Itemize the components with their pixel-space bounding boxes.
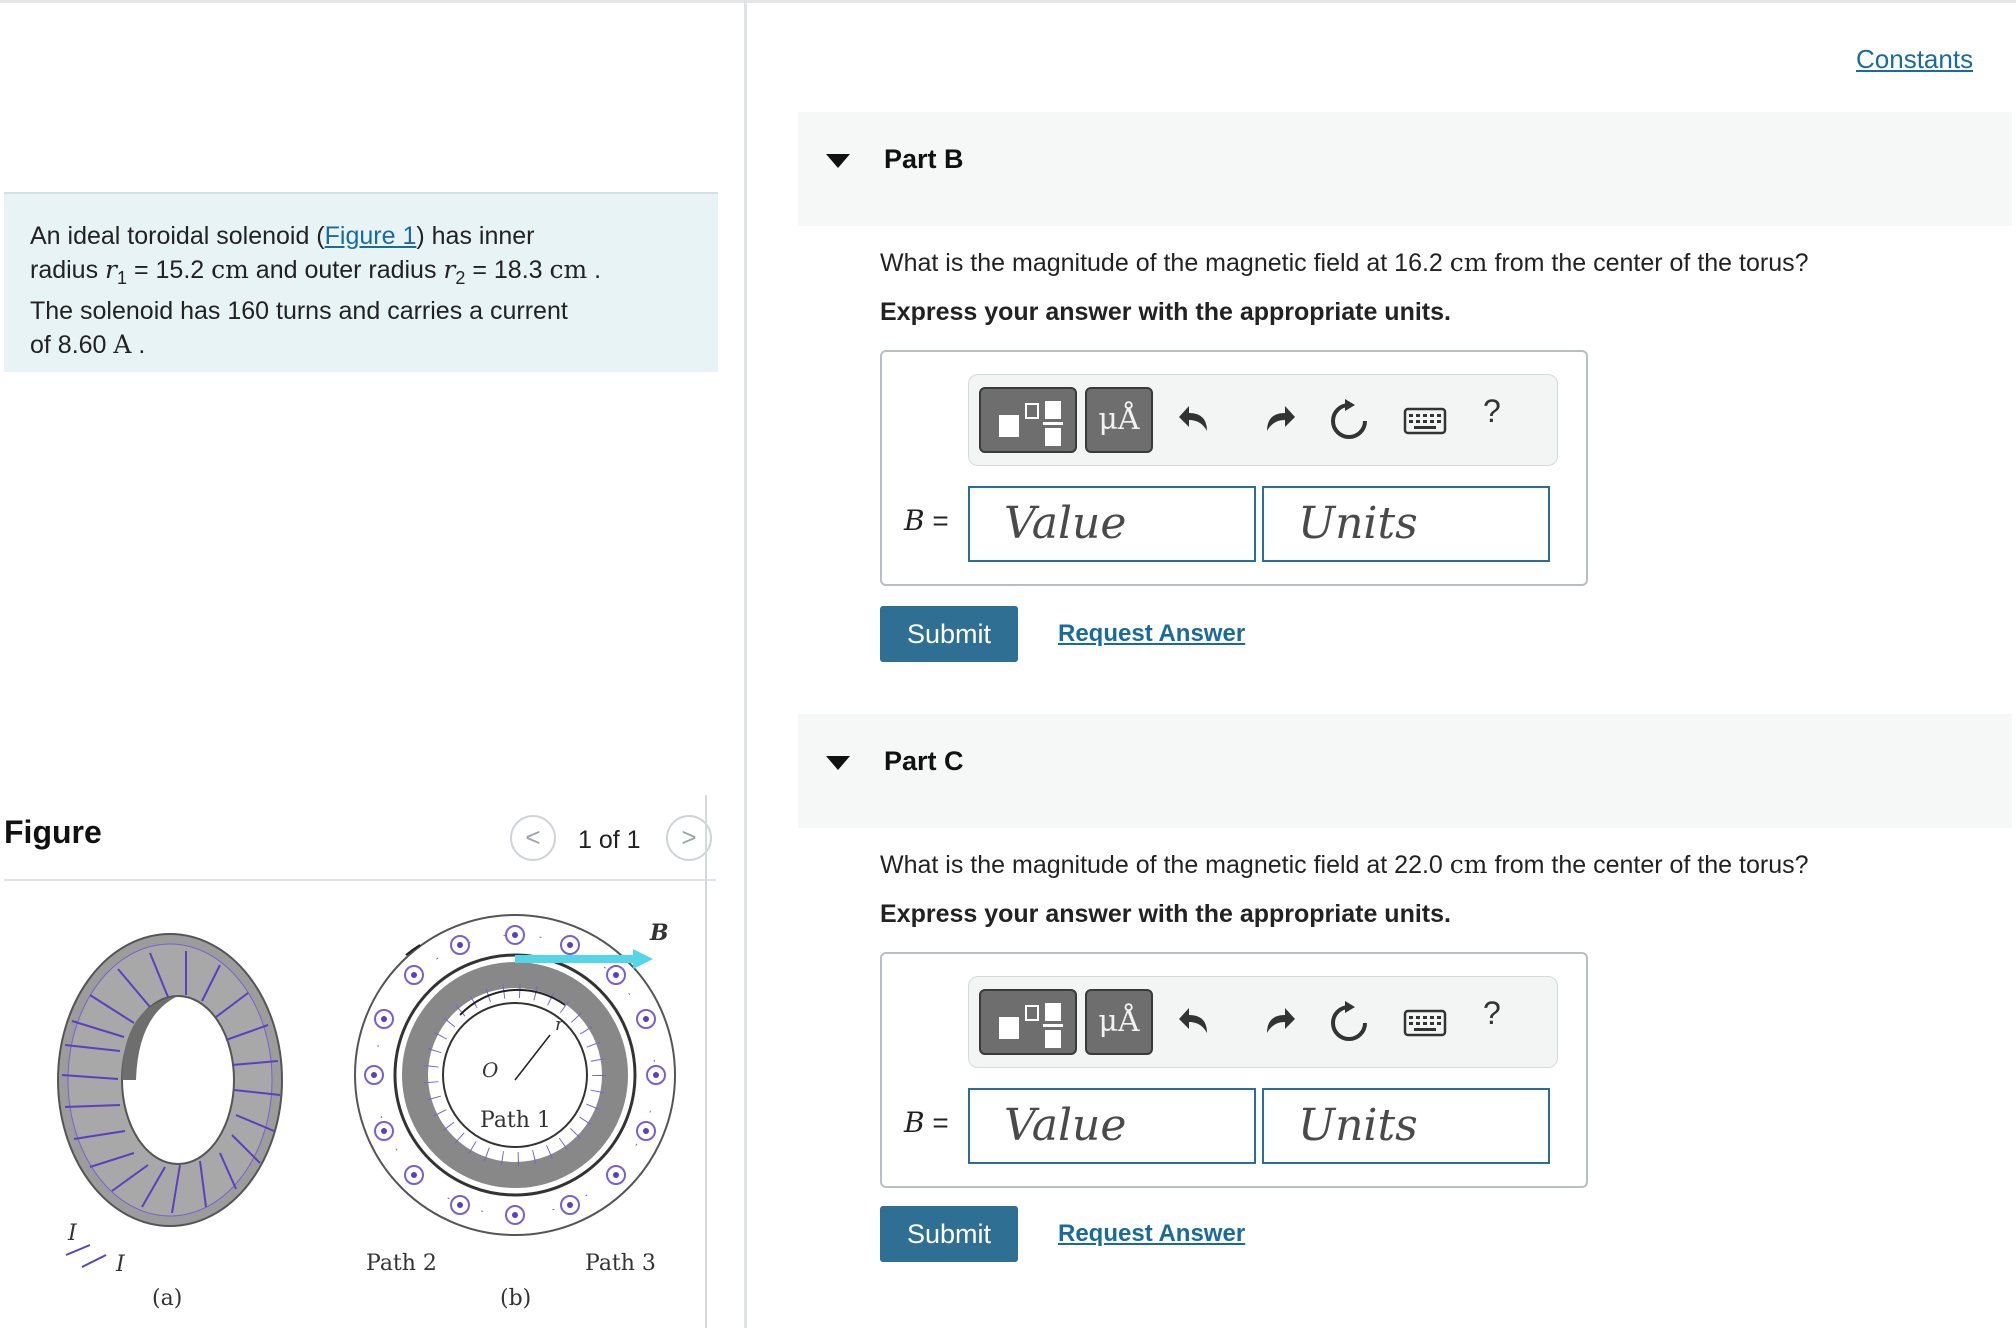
problem-text: .: [587, 256, 602, 284]
top-border: [0, 0, 2016, 3]
reset-icon[interactable]: [1325, 999, 1373, 1045]
part-c-header[interactable]: Part C: [798, 714, 2012, 828]
collapse-triangle-icon[interactable]: [826, 756, 850, 770]
path2-label: Path 2: [366, 1251, 437, 1276]
question-text: What is the magnitude of the magnetic fi…: [880, 249, 1450, 277]
problem-text: radius: [30, 256, 106, 284]
part-c-answer-box: μÅ ? B = Value Units: [880, 952, 1588, 1188]
path1-label: Path 1: [480, 1108, 551, 1133]
radius-label: r: [555, 1014, 565, 1035]
help-button[interactable]: ?: [1483, 393, 1501, 430]
equals-sign: =: [924, 1107, 949, 1138]
part-c-instruction: Express your answer with the appropriate…: [880, 900, 1451, 928]
units-symbol-button[interactable]: μÅ: [1085, 989, 1153, 1055]
current-label-out: I: [115, 1252, 126, 1277]
keyboard-icon[interactable]: [1399, 397, 1451, 443]
problem-text: .: [131, 331, 146, 359]
question-text: What is the magnitude of the magnetic fi…: [880, 851, 1450, 879]
r2-symbol: r: [443, 255, 456, 284]
math-toolbar: μÅ ?: [968, 976, 1558, 1068]
problem-text: = 18.3: [465, 256, 550, 284]
answer-label: B =: [904, 504, 949, 537]
answer-label: B =: [904, 1106, 949, 1139]
r1-subscript: 1: [117, 268, 128, 288]
path3-label: Path 3: [585, 1251, 656, 1276]
figure-divider: [4, 879, 716, 881]
collapse-triangle-icon[interactable]: [826, 154, 850, 168]
part-b-header[interactable]: Part B: [798, 112, 2012, 226]
units-input[interactable]: Units: [1262, 1088, 1550, 1164]
part-c-request-answer-link[interactable]: Request Answer: [1058, 1220, 1245, 1248]
units-symbol-button[interactable]: μÅ: [1085, 387, 1153, 453]
redo-icon[interactable]: [1251, 397, 1299, 443]
equals-sign: =: [924, 505, 949, 536]
part-c-submit-button[interactable]: Submit: [880, 1206, 1018, 1262]
reset-icon[interactable]: [1325, 397, 1373, 443]
figure-link[interactable]: Figure 1: [325, 222, 417, 250]
label-a: (a): [152, 1286, 182, 1311]
toroid-drawing: I I (a): [57, 933, 283, 1311]
origin-label: O: [482, 1058, 498, 1082]
problem-text: and outer radius: [248, 256, 444, 284]
problem-text: ) has inner: [416, 222, 535, 250]
part-b-question: What is the magnitude of the magnetic fi…: [880, 248, 1809, 278]
answer-symbol: B: [904, 504, 925, 537]
problem-text: of 8.60: [30, 331, 114, 359]
b-vector-label: B: [649, 920, 669, 946]
current-label-in: I: [67, 1221, 78, 1246]
label-b: (b): [500, 1286, 531, 1311]
math-toolbar: μÅ ?: [968, 374, 1558, 466]
unit-cm: cm: [549, 255, 588, 284]
figure-counter: 1 of 1: [578, 826, 641, 854]
constants-link[interactable]: Constants: [1856, 44, 1973, 75]
part-c-title: Part C: [884, 746, 964, 776]
unit-amp: A: [113, 330, 132, 359]
problem-statement: An ideal toroidal solenoid (Figure 1) ha…: [4, 192, 718, 372]
part-b-instruction: Express your answer with the appropriate…: [880, 298, 1451, 326]
cross-section-drawing: O r Path 1 B Path 2 Path 3 (b): [354, 914, 676, 1311]
unit-cm: cm: [1449, 248, 1488, 277]
undo-icon[interactable]: [1175, 397, 1223, 443]
figure-prev-button[interactable]: <: [510, 815, 556, 861]
question-text: from the center of the torus?: [1487, 249, 1809, 277]
keyboard-icon[interactable]: [1399, 999, 1451, 1045]
help-button[interactable]: ?: [1483, 995, 1501, 1032]
part-b-submit-button[interactable]: Submit: [880, 606, 1018, 662]
figure-title: Figure: [4, 814, 102, 850]
r2-subscript: 2: [455, 268, 466, 288]
template-button[interactable]: [979, 387, 1077, 453]
answer-symbol: B: [904, 1106, 925, 1139]
value-input[interactable]: Value: [968, 486, 1256, 562]
unit-cm: cm: [1449, 850, 1488, 879]
part-b-request-answer-link[interactable]: Request Answer: [1058, 620, 1245, 648]
problem-text: The solenoid has 160 turns and carries a…: [30, 297, 568, 325]
problem-text: An ideal toroidal solenoid (: [30, 222, 325, 250]
figure-pane-edge: [705, 795, 707, 1328]
value-input[interactable]: Value: [968, 1088, 1256, 1164]
template-button[interactable]: [979, 989, 1077, 1055]
undo-icon[interactable]: [1175, 999, 1223, 1045]
part-b-title: Part B: [884, 144, 964, 174]
units-input[interactable]: Units: [1262, 486, 1550, 562]
problem-text: = 15.2: [127, 256, 212, 284]
redo-icon[interactable]: [1251, 999, 1299, 1045]
toroid-figure: I I (a) O r Path 1 B Path 2 Path 3 (b): [57, 914, 676, 1311]
part-c-question: What is the magnitude of the magnetic fi…: [880, 850, 1809, 880]
chevron-left-icon: <: [525, 822, 541, 852]
chevron-right-icon: >: [681, 822, 697, 852]
pane-divider[interactable]: [744, 0, 747, 1328]
unit-cm: cm: [211, 255, 249, 284]
part-b-answer-box: μÅ ? B = Value Units: [880, 350, 1588, 586]
question-text: from the center of the torus?: [1487, 851, 1809, 879]
r1-symbol: r: [105, 255, 117, 284]
